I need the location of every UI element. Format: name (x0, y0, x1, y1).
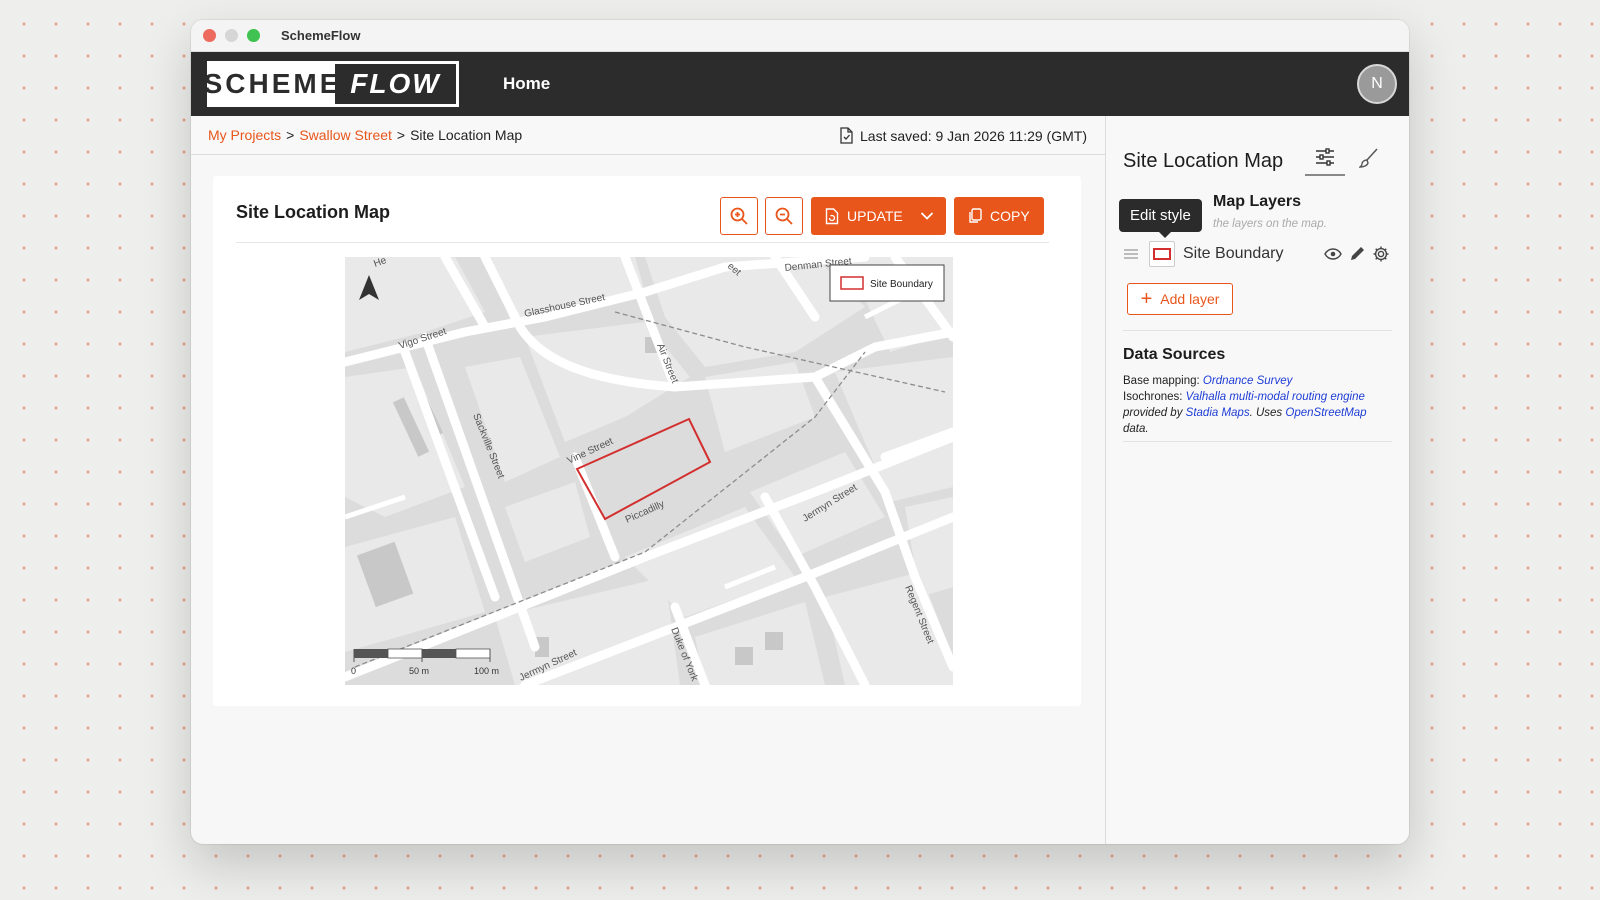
last-saved-status: Last saved: 9 Jan 2026 11:29 (GMT) (839, 127, 1087, 144)
last-saved-text: Last saved: 9 Jan 2026 11:29 (GMT) (860, 127, 1087, 144)
copy-button-label: COPY (990, 208, 1030, 224)
zoom-in-icon (730, 207, 748, 225)
paintbrush-icon (1359, 148, 1378, 168)
add-layer-label: Add layer (1160, 291, 1220, 307)
tab-style[interactable] (1349, 140, 1389, 176)
update-button[interactable]: UPDATE (811, 197, 946, 235)
sidebar-divider (1123, 330, 1392, 331)
plus-icon: + (1140, 288, 1153, 310)
ds-uses: . Uses (1249, 407, 1286, 419)
legend-label: Site Boundary (870, 279, 933, 290)
data-sources-text: Base mapping: Ordnance Survey Isochrones… (1123, 373, 1373, 437)
nav-home-link[interactable]: Home (503, 74, 550, 94)
map-layers-title: Map Layers (1213, 193, 1302, 210)
close-window-button[interactable] (203, 29, 216, 42)
ds-base-prefix: Base mapping: (1123, 375, 1203, 387)
edit-style-tooltip: Edit style (1119, 199, 1202, 238)
breadcrumb-swallow-street[interactable]: Swallow Street (299, 127, 392, 143)
visibility-toggle[interactable] (1321, 248, 1345, 260)
edit-layer-button[interactable] (1345, 246, 1369, 262)
schemeflow-logo[interactable]: SCHEME FLOW (204, 61, 459, 107)
site-location-map[interactable]: Denman Street Glasshouse Street Vigo Str… (345, 257, 953, 685)
main-content: My Projects > Swallow Street > Site Loca… (191, 116, 1105, 844)
window-titlebar: SchemeFlow (191, 20, 1409, 52)
layer-style-swatch-button[interactable] (1149, 241, 1175, 267)
eye-icon (1324, 248, 1342, 260)
layer-row-site-boundary: Site Boundary (1123, 240, 1393, 268)
gear-icon (1373, 246, 1389, 262)
valhalla-link[interactable]: Valhalla multi-modal routing engine (1186, 391, 1365, 403)
sidebar-title: Site Location Map (1123, 150, 1284, 172)
maximize-window-button[interactable] (247, 29, 260, 42)
zoom-in-button[interactable] (720, 197, 758, 235)
data-sources-title: Data Sources (1123, 346, 1226, 363)
user-avatar[interactable]: N (1357, 64, 1397, 104)
card-title: Site Location Map (236, 202, 391, 222)
layer-settings-button[interactable] (1369, 245, 1393, 263)
chevron-down-icon[interactable] (920, 211, 934, 221)
window-title: SchemeFlow (281, 28, 361, 43)
zoom-out-button[interactable] (765, 197, 803, 235)
document-check-icon (840, 127, 853, 144)
breadcrumb-current: Site Location Map (410, 127, 523, 143)
scale-label-zero: 0 (351, 666, 356, 676)
tab-layer-settings[interactable] (1305, 140, 1345, 176)
breadcrumb: My Projects > Swallow Street > Site Loca… (191, 116, 1105, 155)
update-button-label: UPDATE (847, 208, 903, 224)
map-layers-hint: the layers on the map. (1213, 218, 1327, 230)
copy-button[interactable]: COPY (954, 197, 1044, 235)
drag-handle-icon[interactable] (1123, 248, 1139, 260)
copy-icon (969, 208, 982, 223)
openstreetmap-link[interactable]: OpenStreetMap (1285, 407, 1366, 419)
ordnance-survey-link[interactable]: Ordnance Survey (1203, 375, 1293, 387)
ds-iso-prefix: Isochrones: (1123, 391, 1186, 403)
ds-data-suffix: data. (1123, 423, 1149, 435)
sliders-icon (1316, 148, 1334, 166)
breadcrumb-my-projects[interactable]: My Projects (208, 127, 281, 143)
map-legend: Site Boundary (829, 264, 945, 302)
top-navigation: SCHEME FLOW Home N (191, 52, 1409, 116)
map-card: Site Location Map UPDATE COPY Denman Str… (213, 176, 1081, 706)
breadcrumb-separator: > (396, 127, 406, 143)
logo-text-flow: FLOW (350, 68, 441, 99)
app-window: SchemeFlow SCHEME FLOW Home N My Project… (191, 20, 1409, 844)
pencil-icon (1351, 247, 1364, 260)
breadcrumb-separator: > (286, 127, 295, 143)
document-refresh-icon (825, 207, 839, 224)
logo-text-scheme: SCHEME (204, 64, 338, 104)
sidebar-divider (1123, 441, 1392, 442)
layer-name: Site Boundary (1183, 245, 1284, 262)
layer-swatch (1153, 248, 1171, 260)
scale-label-fifty: 50 m (409, 666, 429, 676)
minimize-window-button[interactable] (225, 29, 238, 42)
zoom-out-icon (775, 207, 793, 225)
right-sidebar: Site Location Map Map Layers the layers … (1105, 116, 1409, 844)
stadia-maps-link[interactable]: Stadia Maps (1186, 407, 1250, 419)
card-divider (236, 242, 1049, 243)
ds-provided-by: provided by (1123, 407, 1186, 419)
add-layer-button[interactable]: + Add layer (1127, 283, 1233, 315)
scale-label-hundred: 100 m (474, 666, 499, 676)
